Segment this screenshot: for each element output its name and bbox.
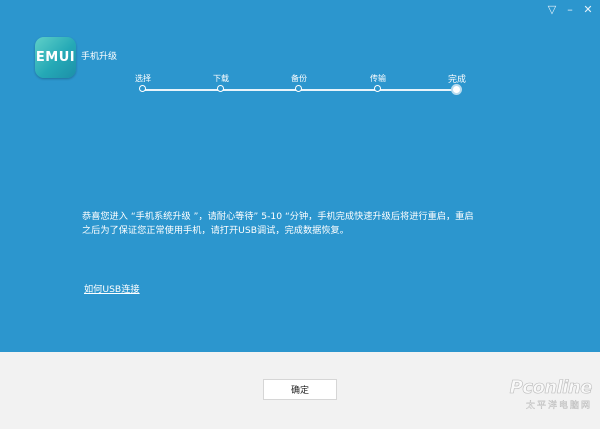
step-dot-transfer bbox=[374, 85, 381, 92]
minimize-icon[interactable]: – bbox=[564, 4, 576, 16]
message-line-1: 恭喜您进入 “手机系统升级 ”，请耐心等待” 5-10 “分钟，手机完成快速升级… bbox=[82, 211, 474, 222]
dropdown-menu-icon[interactable]: ▽ bbox=[546, 4, 558, 16]
step-dot-complete bbox=[451, 84, 462, 95]
step-label-select: 选择 bbox=[135, 74, 151, 83]
logo-text: EMUI bbox=[35, 50, 76, 65]
step-dot-select bbox=[139, 85, 146, 92]
step-label-transfer: 传输 bbox=[370, 74, 386, 83]
app-title: 手机升级 bbox=[81, 52, 118, 62]
main-panel: ▽ – ✕ EMUI 手机升级 选择 下载 备份 传输 完成 恭喜您进入 “手机… bbox=[0, 0, 600, 352]
step-label-backup: 备份 bbox=[291, 74, 307, 83]
ok-button[interactable]: 确定 bbox=[263, 379, 337, 400]
emui-logo: EMUI bbox=[35, 37, 76, 78]
watermark-subtitle: 太平洋电脑网 bbox=[525, 401, 592, 411]
window-controls: ▽ – ✕ bbox=[546, 4, 594, 16]
close-icon[interactable]: ✕ bbox=[582, 4, 594, 16]
watermark-brand: Pconline bbox=[509, 377, 593, 399]
upgrade-message: 恭喜您进入 “手机系统升级 ”，请耐心等待” 5-10 “分钟，手机完成快速升级… bbox=[82, 210, 542, 238]
pconline-watermark: Pconline 太平洋电脑网 bbox=[509, 377, 593, 412]
step-dot-download bbox=[217, 85, 224, 92]
usb-connection-help-link[interactable]: 如何USB连接 bbox=[84, 281, 140, 295]
step-dot-backup bbox=[295, 85, 302, 92]
message-line-2: 之后为了保证您正常使用手机，请打开USB调试，完成数据恢复。 bbox=[82, 225, 349, 236]
step-label-download: 下载 bbox=[213, 74, 229, 83]
